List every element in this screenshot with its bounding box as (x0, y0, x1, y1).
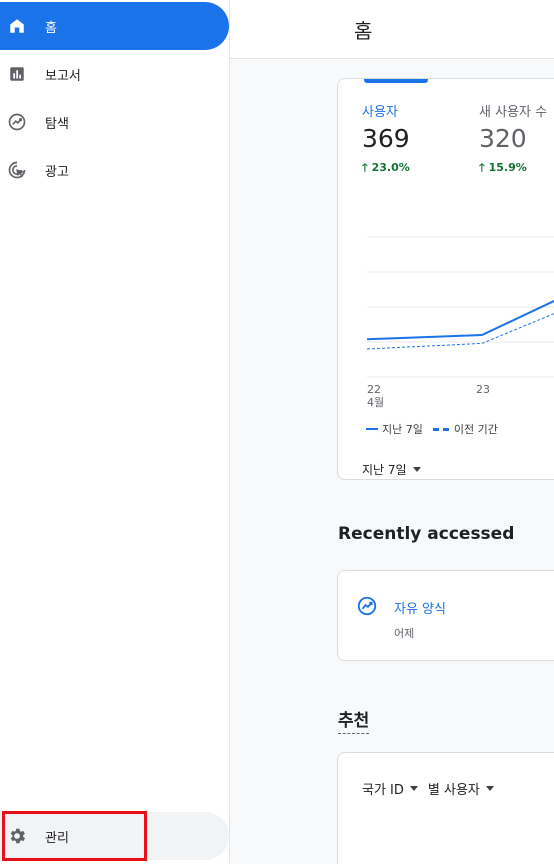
filter-label: 국가 ID (362, 783, 404, 798)
recommendation-filters: 국가 ID 별 사용자 (362, 779, 504, 798)
caret-down-icon (412, 467, 421, 472)
sidebar-item-reports[interactable]: 보고서 (0, 50, 229, 98)
sidebar-item-label: 관리 (45, 830, 69, 846)
sidebar: 홈 보고서 탐색 광고 관리 (0, 0, 230, 864)
metric-value: 320 (479, 124, 527, 153)
metrics-card: 사용자 369 🡑 23.0% 새 사용자 수 320 🡑 15.9% 22 4… (337, 78, 554, 480)
sidebar-item-label: 탐색 (45, 116, 69, 132)
metric-value: 369 (362, 124, 410, 153)
main-content: 사용자 369 🡑 23.0% 새 사용자 수 320 🡑 15.9% 22 4… (230, 60, 554, 864)
ads-icon (7, 160, 27, 180)
sidebar-item-admin[interactable]: 관리 (0, 812, 229, 860)
recommendation-card: 국가 ID 별 사용자 (337, 752, 554, 864)
recommendations-title: 추천 (338, 706, 370, 734)
arrow-up-icon: 🡑 (479, 161, 485, 174)
recent-item-card[interactable]: 자유 양식 어제 (337, 570, 554, 661)
gear-icon (7, 826, 27, 846)
date-range-dropdown[interactable]: 지난 7일 (362, 461, 421, 478)
chart-legend: 지난 7일 이전 기간 (366, 421, 498, 437)
caret-down-icon (409, 786, 418, 791)
metric-change-value: 23.0% (371, 161, 410, 174)
sidebar-item-label: 보고서 (45, 68, 81, 84)
explore-icon (7, 112, 27, 132)
sidebar-item-label: 홈 (45, 20, 57, 36)
legend-swatch-dashed (432, 427, 449, 431)
home-icon (7, 16, 27, 36)
legend-previous-label: 이전 기간 (453, 423, 498, 436)
filter-label: 별 사용자 (427, 783, 480, 798)
metric-new-users-tab[interactable]: 새 사용자 수 320 🡑 15.9% (479, 101, 547, 178)
sidebar-item-home[interactable]: 홈 (0, 2, 229, 50)
sidebar-item-ads[interactable]: 광고 (0, 146, 229, 194)
explore-icon (356, 595, 378, 617)
page-title: 홈 (354, 19, 373, 43)
x-tick-month-label: 4월 (367, 396, 385, 409)
metric-change: 🡑 23.0% (362, 159, 410, 178)
legend-swatch-solid (366, 428, 378, 430)
recent-item-time: 어제 (394, 627, 415, 640)
date-range-label: 지난 7일 (362, 463, 407, 477)
recent-item-name[interactable]: 자유 양식 (394, 598, 446, 617)
metric-change: 🡑 15.9% (479, 159, 547, 178)
metric-label: 사용자 (362, 105, 398, 120)
sidebar-item-label: 광고 (45, 164, 69, 180)
metric-users-tab[interactable]: 사용자 369 🡑 23.0% (362, 101, 410, 178)
legend-current-label: 지난 7일 (382, 423, 423, 436)
sidebar-item-explore[interactable]: 탐색 (0, 98, 229, 146)
arrow-up-icon: 🡑 (362, 161, 368, 174)
users-by-dropdown[interactable]: 별 사용자 (428, 779, 494, 798)
x-tick-label: 23 (476, 383, 490, 396)
line-chart (367, 236, 554, 378)
metric-label: 새 사용자 수 (479, 105, 548, 120)
recently-accessed-title: Recently accessed (338, 524, 515, 544)
country-id-dropdown[interactable]: 국가 ID (362, 779, 418, 798)
caret-down-icon (485, 786, 494, 791)
series-line-current (367, 299, 554, 341)
bar-chart-icon (7, 64, 27, 84)
active-tab-indicator (364, 79, 428, 83)
top-header: 홈 (230, 0, 554, 59)
metric-change-value: 15.9% (488, 161, 527, 174)
